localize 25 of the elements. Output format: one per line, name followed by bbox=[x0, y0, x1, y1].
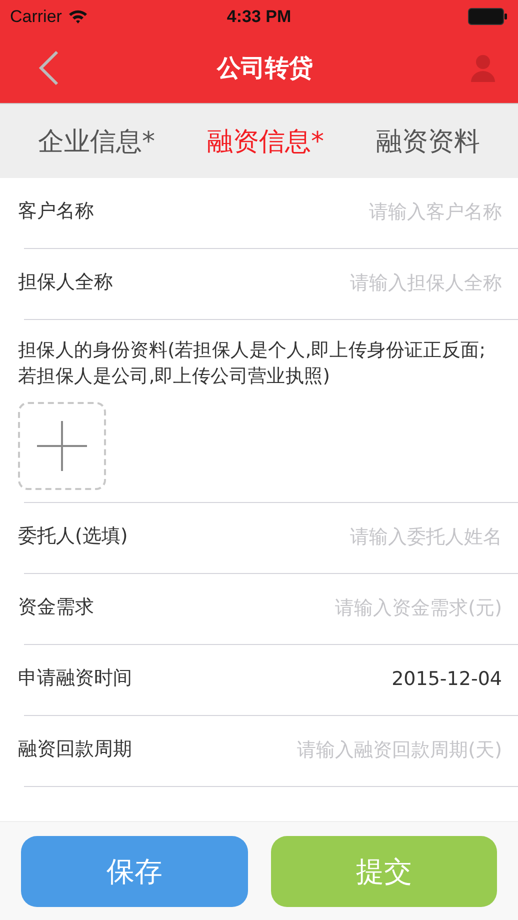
field-label: 委托人(选填) bbox=[18, 524, 128, 549]
field-label: 融资回款周期 bbox=[18, 737, 132, 762]
status-time: 4:33 PM bbox=[226, 6, 292, 26]
input-field[interactable]: 请输入融资回款周期(天) bbox=[242, 739, 502, 761]
field-label: 担保人的身份资料(若担保人是个人,即上传身份证正反面;若担保人是公司,即上传公司营业执照) bbox=[18, 339, 486, 389]
tab[interactable]: 融资资料 bbox=[372, 118, 484, 164]
field-label: 担保人全称 bbox=[18, 270, 113, 295]
input-field[interactable]: 请输入客户名称 bbox=[242, 201, 502, 223]
back-icon[interactable] bbox=[38, 50, 60, 86]
add-photo-button[interactable] bbox=[18, 402, 106, 490]
input-field[interactable]: 请输入委托人姓名 bbox=[242, 526, 502, 548]
field-label: 客户名称 bbox=[18, 199, 94, 224]
tab[interactable]: 融资信息* bbox=[203, 118, 328, 164]
tab[interactable]: 企业信息* bbox=[34, 118, 159, 164]
battery-icon bbox=[468, 8, 508, 25]
field-label: 资金需求 bbox=[18, 595, 94, 620]
field-label: 申请融资时间 bbox=[18, 666, 132, 691]
plus-icon bbox=[37, 421, 87, 471]
input-field[interactable]: 2015-12-04 bbox=[242, 668, 502, 690]
nav-title: 公司转贷 bbox=[217, 53, 313, 84]
input-field[interactable]: 请输入资金需求(元) bbox=[242, 597, 502, 619]
input-field[interactable]: 请输入担保人全称 bbox=[242, 272, 502, 294]
carrier-text: Carrier bbox=[10, 6, 62, 26]
person-icon[interactable] bbox=[470, 54, 496, 82]
wifi-icon bbox=[68, 9, 88, 24]
